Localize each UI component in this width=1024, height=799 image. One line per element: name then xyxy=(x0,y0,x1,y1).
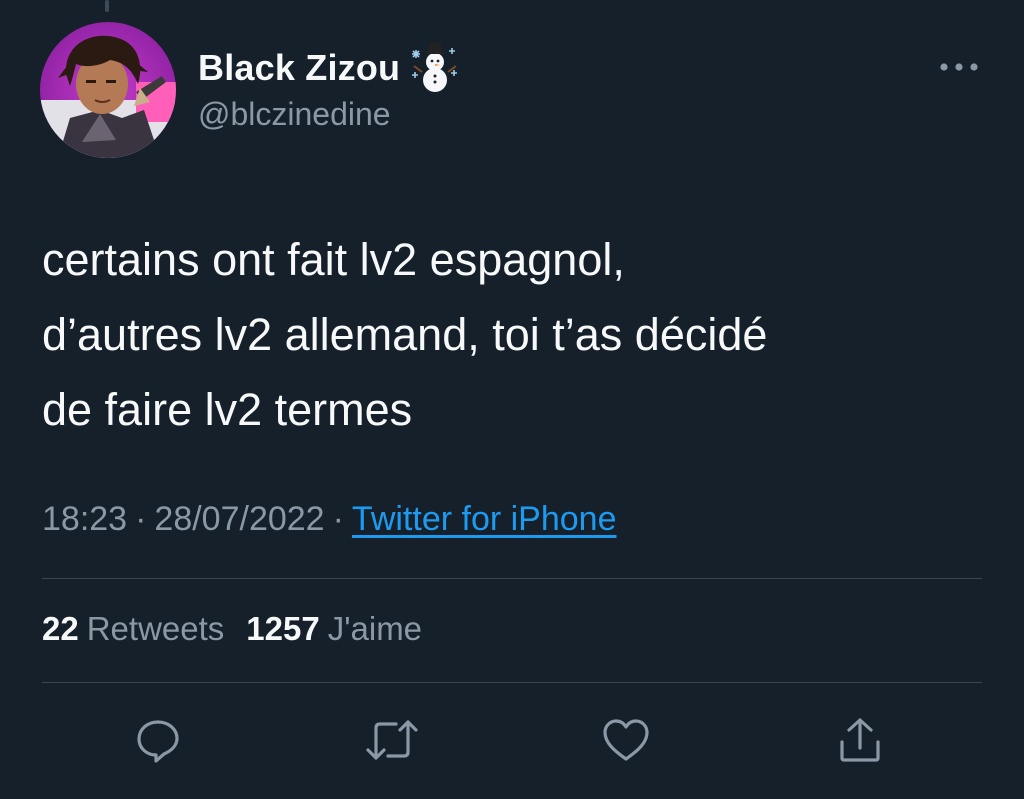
reply-icon xyxy=(137,720,179,763)
reply-button[interactable] xyxy=(130,712,186,768)
author-name-row: Black Zizou xyxy=(198,42,460,94)
tweet-metadata: 18:23 · 28/07/2022 · Twitter for iPhone xyxy=(42,500,616,539)
tweet-text-line: d’autres lv2 allemand, toi t’as décidé xyxy=(42,309,768,360)
likes-count: 1257 xyxy=(246,610,320,647)
likes-label: J'aime xyxy=(327,610,423,647)
separator-dot: · xyxy=(135,500,147,538)
divider xyxy=(42,578,982,579)
like-button[interactable] xyxy=(598,712,654,768)
retweets-label: Retweets xyxy=(86,610,225,647)
tweet-time[interactable]: 18:23 xyxy=(42,500,127,538)
avatar[interactable] xyxy=(40,22,176,158)
separator-dot: · xyxy=(332,500,344,538)
tweet-actions-bar xyxy=(0,712,1024,768)
tweet-text: certains ont fait lv2 espagnol, d’autres… xyxy=(42,222,982,447)
retweets-stat[interactable]: 22 Retweets xyxy=(42,610,224,648)
tweet-text-line: certains ont fait lv2 espagnol, xyxy=(42,234,625,285)
author-handle[interactable]: @blczinedine xyxy=(198,96,391,133)
retweets-count: 22 xyxy=(42,610,79,647)
retweet-button[interactable] xyxy=(364,712,420,768)
share-icon xyxy=(840,718,880,762)
divider xyxy=(42,682,982,683)
tweet-source-link[interactable]: Twitter for iPhone xyxy=(352,500,617,538)
more-options-button[interactable] xyxy=(934,52,984,82)
more-dots-icon xyxy=(940,63,978,71)
thread-connector-line xyxy=(105,0,109,12)
retweet-icon xyxy=(366,720,418,760)
tweet-detail-view: Black Zizou @blczinedine certains ont fa… xyxy=(0,0,1024,799)
snowman-icon xyxy=(410,42,460,94)
share-button[interactable] xyxy=(832,712,888,768)
like-icon xyxy=(603,719,649,761)
tweet-text-line: de faire lv2 termes xyxy=(42,384,413,435)
likes-stat[interactable]: 1257 J'aime xyxy=(246,610,422,648)
tweet-date[interactable]: 28/07/2022 xyxy=(154,500,324,538)
engagement-stats: 22 Retweets 1257 J'aime xyxy=(42,610,444,648)
author-display-name[interactable]: Black Zizou xyxy=(198,47,400,89)
